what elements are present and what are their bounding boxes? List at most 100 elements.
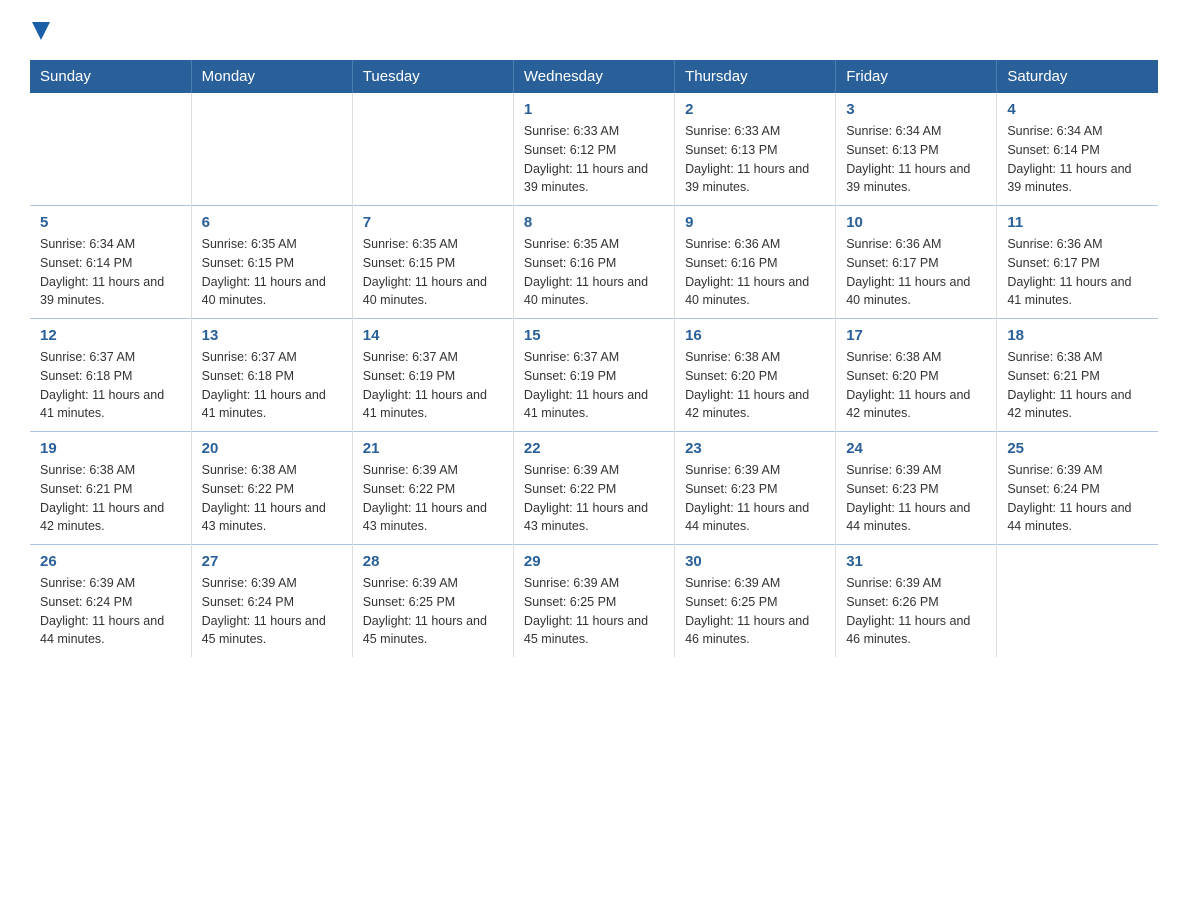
day-info: Sunrise: 6:39 AM Sunset: 6:24 PM Dayligh… (40, 574, 181, 649)
day-info: Sunrise: 6:39 AM Sunset: 6:24 PM Dayligh… (1007, 461, 1148, 536)
calendar-week-row: 1 Sunrise: 6:33 AM Sunset: 6:12 PM Daylig… (30, 93, 1158, 206)
day-info: Sunrise: 6:39 AM Sunset: 6:23 PM Dayligh… (846, 461, 986, 536)
day-info: Sunrise: 6:35 AM Sunset: 6:15 PM Dayligh… (363, 235, 503, 310)
calendar-day-cell: 4Sunrise: 6:34 AM Sunset: 6:14 PM Daylig… (997, 93, 1158, 206)
day-info: Sunrise: 6:38 AM Sunset: 6:22 PM Dayligh… (202, 461, 342, 536)
calendar-day-cell: 20 Sunrise: 6:38 AM Sunset: 6:22 PM Dayli… (191, 432, 352, 545)
day-info: Sunrise: 6:35 AM Sunset: 6:15 PM Dayligh… (202, 235, 342, 310)
day-number: 28 (363, 553, 503, 570)
day-number: 8 (524, 214, 664, 231)
calendar-day-cell (30, 93, 191, 206)
day-number: 27 (202, 553, 342, 570)
calendar-day-cell: 25 Sunrise: 6:39 AM Sunset: 6:24 PM Dayli… (997, 432, 1158, 545)
day-info: Sunrise: 6:33 AM Sunset: 6:13 PM Dayligh… (685, 122, 825, 197)
calendar-day-cell: 29Sunrise: 6:39 AM Sunset: 6:25 PM Dayli… (513, 545, 674, 658)
day-of-week-header: Tuesday (352, 60, 513, 93)
day-info: Sunrise: 6:36 AM Sunset: 6:17 PM Dayligh… (846, 235, 986, 310)
day-number: 9 (685, 214, 825, 231)
calendar-day-cell: 18 Sunrise: 6:38 AM Sunset: 6:21 PM Dayli… (997, 319, 1158, 432)
day-info: Sunrise: 6:39 AM Sunset: 6:26 PM Dayligh… (846, 574, 986, 649)
calendar-day-cell: 11 Sunrise: 6:36 AM Sunset: 6:17 PM Dayli… (997, 206, 1158, 319)
day-of-week-header: Sunday (30, 60, 191, 93)
day-info: Sunrise: 6:37 AM Sunset: 6:19 PM Dayligh… (524, 348, 664, 423)
calendar-day-cell (191, 93, 352, 206)
calendar-week-row: 5Sunrise: 6:34 AM Sunset: 6:14 PM Daylig… (30, 206, 1158, 319)
day-number: 23 (685, 440, 825, 457)
day-info: Sunrise: 6:36 AM Sunset: 6:17 PM Dayligh… (1007, 235, 1148, 310)
day-info: Sunrise: 6:35 AM Sunset: 6:16 PM Dayligh… (524, 235, 664, 310)
day-info: Sunrise: 6:39 AM Sunset: 6:22 PM Dayligh… (363, 461, 503, 536)
day-info: Sunrise: 6:39 AM Sunset: 6:25 PM Dayligh… (524, 574, 664, 649)
day-info: Sunrise: 6:38 AM Sunset: 6:21 PM Dayligh… (40, 461, 181, 536)
day-number: 18 (1007, 327, 1148, 344)
day-info: Sunrise: 6:34 AM Sunset: 6:13 PM Dayligh… (846, 122, 986, 197)
day-number: 21 (363, 440, 503, 457)
day-info: Sunrise: 6:37 AM Sunset: 6:19 PM Dayligh… (363, 348, 503, 423)
day-number: 30 (685, 553, 825, 570)
calendar-day-cell: 12 Sunrise: 6:37 AM Sunset: 6:18 PM Dayli… (30, 319, 191, 432)
calendar-week-row: 12 Sunrise: 6:37 AM Sunset: 6:18 PM Dayli… (30, 319, 1158, 432)
day-number: 13 (202, 327, 342, 344)
calendar-day-cell: 6Sunrise: 6:35 AM Sunset: 6:15 PM Daylig… (191, 206, 352, 319)
day-number: 14 (363, 327, 503, 344)
day-number: 12 (40, 327, 181, 344)
day-number: 11 (1007, 214, 1148, 231)
logo (30, 20, 50, 40)
day-number: 7 (363, 214, 503, 231)
calendar-day-cell: 15 Sunrise: 6:37 AM Sunset: 6:19 PM Dayli… (513, 319, 674, 432)
calendar-day-cell: 27 Sunrise: 6:39 AM Sunset: 6:24 PM Dayli… (191, 545, 352, 658)
calendar-day-cell: 17 Sunrise: 6:38 AM Sunset: 6:20 PM Dayli… (836, 319, 997, 432)
day-of-week-header: Friday (836, 60, 997, 93)
day-number: 26 (40, 553, 181, 570)
day-number: 20 (202, 440, 342, 457)
day-info: Sunrise: 6:33 AM Sunset: 6:12 PM Dayligh… (524, 122, 664, 197)
calendar-header: SundayMondayTuesdayWednesdayThursdayFrid… (30, 60, 1158, 93)
day-number: 24 (846, 440, 986, 457)
day-number: 2 (685, 101, 825, 118)
calendar-day-cell: 8 Sunrise: 6:35 AM Sunset: 6:16 PM Daylig… (513, 206, 674, 319)
day-info: Sunrise: 6:39 AM Sunset: 6:25 PM Dayligh… (685, 574, 825, 649)
calendar-day-cell: 14 Sunrise: 6:37 AM Sunset: 6:19 PM Dayli… (352, 319, 513, 432)
calendar-week-row: 19 Sunrise: 6:38 AM Sunset: 6:21 PM Dayli… (30, 432, 1158, 545)
day-number: 16 (685, 327, 825, 344)
day-info: Sunrise: 6:38 AM Sunset: 6:20 PM Dayligh… (846, 348, 986, 423)
page-header (30, 20, 1158, 40)
day-info: Sunrise: 6:39 AM Sunset: 6:25 PM Dayligh… (363, 574, 503, 649)
day-number: 19 (40, 440, 181, 457)
day-info: Sunrise: 6:38 AM Sunset: 6:21 PM Dayligh… (1007, 348, 1148, 423)
logo-triangle-icon (32, 22, 50, 40)
day-info: Sunrise: 6:34 AM Sunset: 6:14 PM Dayligh… (40, 235, 181, 310)
day-of-week-header: Monday (191, 60, 352, 93)
day-info: Sunrise: 6:39 AM Sunset: 6:23 PM Dayligh… (685, 461, 825, 536)
calendar-day-cell: 28 Sunrise: 6:39 AM Sunset: 6:25 PM Dayli… (352, 545, 513, 658)
calendar-day-cell: 16 Sunrise: 6:38 AM Sunset: 6:20 PM Dayli… (675, 319, 836, 432)
calendar-table: SundayMondayTuesdayWednesdayThursdayFrid… (30, 60, 1158, 657)
day-of-week-header: Wednesday (513, 60, 674, 93)
day-info: Sunrise: 6:38 AM Sunset: 6:20 PM Dayligh… (685, 348, 825, 423)
calendar-day-cell: 3 Sunrise: 6:34 AM Sunset: 6:13 PM Daylig… (836, 93, 997, 206)
calendar-day-cell: 22Sunrise: 6:39 AM Sunset: 6:22 PM Dayli… (513, 432, 674, 545)
calendar-day-cell: 1 Sunrise: 6:33 AM Sunset: 6:12 PM Daylig… (513, 93, 674, 206)
day-number: 10 (846, 214, 986, 231)
calendar-day-cell: 21 Sunrise: 6:39 AM Sunset: 6:22 PM Dayli… (352, 432, 513, 545)
day-info: Sunrise: 6:34 AM Sunset: 6:14 PM Dayligh… (1007, 122, 1148, 197)
calendar-day-cell: 13Sunrise: 6:37 AM Sunset: 6:18 PM Dayli… (191, 319, 352, 432)
day-number: 17 (846, 327, 986, 344)
calendar-day-cell: 19 Sunrise: 6:38 AM Sunset: 6:21 PM Dayli… (30, 432, 191, 545)
calendar-day-cell: 26 Sunrise: 6:39 AM Sunset: 6:24 PM Dayli… (30, 545, 191, 658)
calendar-body: 1 Sunrise: 6:33 AM Sunset: 6:12 PM Daylig… (30, 93, 1158, 657)
day-number: 1 (524, 101, 664, 118)
calendar-day-cell (352, 93, 513, 206)
day-number: 22 (524, 440, 664, 457)
calendar-week-row: 26 Sunrise: 6:39 AM Sunset: 6:24 PM Dayli… (30, 545, 1158, 658)
day-number: 15 (524, 327, 664, 344)
day-number: 3 (846, 101, 986, 118)
day-info: Sunrise: 6:37 AM Sunset: 6:18 PM Dayligh… (40, 348, 181, 423)
day-info: Sunrise: 6:39 AM Sunset: 6:24 PM Dayligh… (202, 574, 342, 649)
day-number: 25 (1007, 440, 1148, 457)
calendar-day-cell: 30 Sunrise: 6:39 AM Sunset: 6:25 PM Dayli… (675, 545, 836, 658)
calendar-day-cell: 5Sunrise: 6:34 AM Sunset: 6:14 PM Daylig… (30, 206, 191, 319)
day-of-week-header: Thursday (675, 60, 836, 93)
day-number: 31 (846, 553, 986, 570)
calendar-day-cell: 23 Sunrise: 6:39 AM Sunset: 6:23 PM Dayli… (675, 432, 836, 545)
